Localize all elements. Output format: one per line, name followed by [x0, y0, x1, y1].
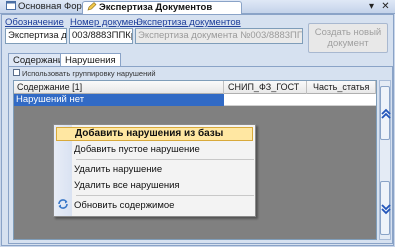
- column-header-content[interactable]: Содержание [1]: [14, 81, 224, 94]
- document-tabstrip: Основная Форма Экспертиза Документов ▾ ✕: [0, 0, 395, 14]
- context-menu: Добавить нарушения из базы Добавить пуст…: [53, 124, 256, 217]
- double-chevron-down-icon: [381, 204, 391, 215]
- scroll-down-button[interactable]: [380, 181, 391, 235]
- tab-violations[interactable]: Нарушения: [60, 53, 121, 67]
- designation-field[interactable]: Экспертиза до: [5, 28, 67, 44]
- use-grouping-label: Использовать группировку нарушений: [22, 69, 156, 78]
- menu-item-add-violations-from-db[interactable]: Добавить нарушения из базы: [56, 127, 253, 141]
- row-snip-cell[interactable]: [224, 94, 307, 106]
- refresh-icon: [58, 199, 68, 209]
- doc-number-label: Номер докумен: [70, 17, 139, 28]
- close-icon: ✕: [381, 1, 390, 12]
- menu-separator: [76, 159, 254, 160]
- column-header-snip[interactable]: СНИП_ФЗ_ГОСТ: [224, 81, 307, 94]
- double-chevron-up-icon: [381, 108, 391, 119]
- tab-expertise[interactable]: Экспертиза Документов: [82, 1, 242, 14]
- expertise-label: Экспертиза документов: [136, 17, 241, 28]
- tab-expertise-label: Экспертиза Документов: [99, 2, 213, 13]
- designation-label: Обозначение: [5, 17, 64, 28]
- menu-item-add-empty-violation[interactable]: Добавить пустое нарушение: [74, 143, 200, 156]
- create-new-document-button[interactable]: Создать новый документ: [308, 23, 388, 53]
- menu-item-refresh-content[interactable]: Обновить содержимое: [74, 199, 174, 212]
- expertise-window: Основная Форма Экспертиза Документов ▾ ✕…: [0, 0, 395, 247]
- use-grouping-option[interactable]: Использовать группировку нарушений: [13, 69, 156, 79]
- grid-header: Содержание [1] СНИП_ФЗ_ГОСТ Часть_статья: [14, 81, 376, 94]
- doc-number-field[interactable]: 003/8883ППКр2: [69, 28, 133, 44]
- column-header-part[interactable]: Часть_статья: [307, 81, 376, 94]
- row-content-cell[interactable]: Нарушений нет: [14, 94, 224, 106]
- tab-list-dropdown-button[interactable]: ▾: [366, 1, 377, 12]
- grid-scrollbar[interactable]: [379, 80, 391, 240]
- menu-item-delete-all-violations[interactable]: Удалить все нарушения: [74, 179, 180, 192]
- form-icon: [6, 1, 16, 10]
- pencil-icon: [87, 2, 97, 11]
- expertise-field[interactable]: Экспертиза документа №003/8883ППКр2-0: [135, 28, 303, 44]
- table-row[interactable]: Нарушений нет: [14, 94, 376, 106]
- close-tab-button[interactable]: ✕: [380, 1, 391, 12]
- scroll-up-button[interactable]: [380, 86, 391, 140]
- row-part-cell[interactable]: [307, 94, 376, 106]
- chevron-down-icon: ▾: [368, 1, 375, 12]
- menu-separator: [76, 195, 254, 196]
- menu-item-delete-violation[interactable]: Удалить нарушение: [74, 163, 162, 176]
- use-grouping-checkbox[interactable]: [13, 69, 20, 76]
